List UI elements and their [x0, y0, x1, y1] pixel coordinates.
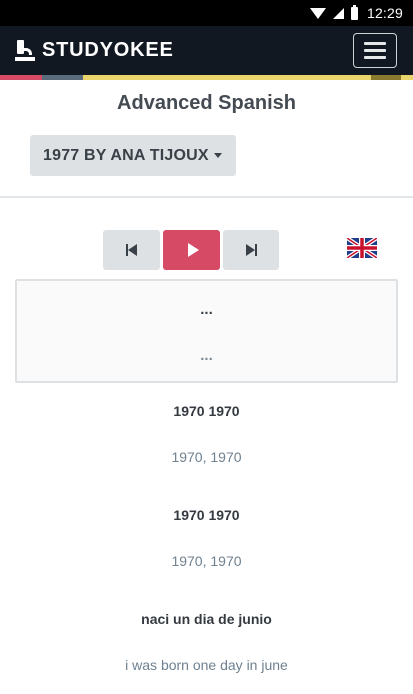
- battery-icon: [350, 4, 358, 20]
- app-header: STUDYOKEE: [0, 26, 413, 75]
- section-divider: [0, 196, 413, 198]
- caret-down-icon: [213, 153, 222, 158]
- lyric-original[interactable]: naci un dia de junio: [0, 611, 413, 627]
- status-bar: 12:29: [0, 0, 413, 26]
- previous-line-button[interactable]: [103, 230, 160, 270]
- signal-icon: [332, 7, 344, 19]
- uk-flag-icon[interactable]: [347, 238, 377, 258]
- wifi-icon: [309, 7, 326, 19]
- lyric-translation[interactable]: i was born one day in june: [0, 657, 413, 673]
- skip-next-icon: [245, 244, 257, 256]
- play-button[interactable]: [163, 230, 220, 270]
- song-select-dropdown[interactable]: 1977 BY ANA TIJOUX: [30, 135, 236, 176]
- brand-color-stripe: [0, 75, 413, 80]
- skip-previous-icon: [125, 244, 138, 256]
- brand-name[interactable]: STUDYOKEE: [42, 39, 174, 62]
- next-line-button[interactable]: [223, 230, 279, 270]
- current-lyric-box: ... ...: [15, 279, 398, 383]
- menu-bar-icon: [364, 49, 386, 52]
- lyric-translation[interactable]: 1970, 1970: [0, 449, 413, 465]
- lyric-original[interactable]: 1970 1970: [0, 507, 413, 523]
- play-icon: [187, 243, 199, 257]
- current-lyric-translation: ...: [200, 347, 213, 364]
- microscope-logo-icon[interactable]: [15, 39, 35, 62]
- hamburger-menu-button[interactable]: [353, 33, 397, 68]
- menu-bar-icon: [364, 56, 386, 59]
- course-title: Advanced Spanish: [117, 92, 296, 114]
- song-select-label: 1977 BY ANA TIJOUX: [43, 146, 209, 164]
- status-time: 12:29: [366, 5, 403, 21]
- lyric-original[interactable]: 1970 1970: [0, 403, 413, 419]
- current-lyric-original: ...: [200, 301, 213, 318]
- lyric-translation[interactable]: 1970, 1970: [0, 553, 413, 569]
- menu-bar-icon: [364, 42, 386, 45]
